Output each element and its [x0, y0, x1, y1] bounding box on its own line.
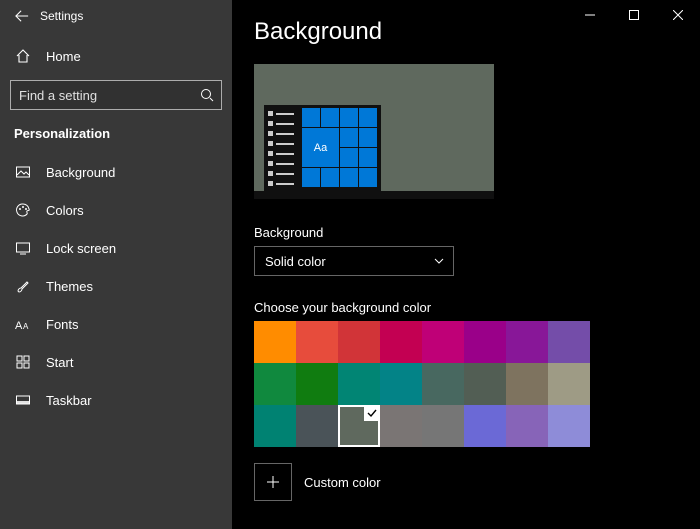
settings-sidebar: Settings Home Personalization Background…: [0, 0, 232, 529]
svg-text:A: A: [23, 322, 29, 331]
maximize-button[interactable]: [612, 0, 656, 30]
color-swatch[interactable]: [506, 321, 548, 363]
section-header: Personalization: [0, 120, 232, 153]
color-swatch[interactable]: [422, 321, 464, 363]
color-swatch[interactable]: [380, 405, 422, 447]
nav-label: Fonts: [46, 317, 79, 332]
start-grid-icon: [14, 354, 32, 370]
nav-item-themes[interactable]: Themes: [0, 267, 232, 305]
palette-icon: [14, 202, 32, 218]
chevron-down-icon: [433, 255, 445, 267]
home-icon: [14, 48, 32, 64]
color-swatch[interactable]: [296, 405, 338, 447]
content-pane: Background Aa: [232, 0, 700, 529]
color-swatch[interactable]: [296, 321, 338, 363]
color-swatch-grid: [254, 321, 590, 447]
window-controls: [568, 0, 700, 30]
swatch-label: Choose your background color: [254, 300, 678, 315]
color-swatch[interactable]: [548, 363, 590, 405]
nav-label: Background: [46, 165, 115, 180]
minimize-button[interactable]: [568, 0, 612, 30]
nav-list: Background Colors Lock screen Themes AA …: [0, 153, 232, 419]
window-title: Settings: [40, 9, 83, 23]
dropdown-label: Background: [254, 225, 678, 240]
nav-item-fonts[interactable]: AA Fonts: [0, 305, 232, 343]
minimize-icon: [585, 10, 595, 20]
nav-label: Themes: [46, 279, 93, 294]
color-swatch[interactable]: [548, 405, 590, 447]
color-swatch[interactable]: [338, 321, 380, 363]
color-swatch[interactable]: [464, 405, 506, 447]
background-type-select[interactable]: Solid color: [254, 246, 454, 276]
color-swatch[interactable]: [464, 321, 506, 363]
nav-item-start[interactable]: Start: [0, 343, 232, 381]
maximize-icon: [629, 10, 639, 20]
preview-start-menu: Aa: [264, 105, 381, 191]
home-label: Home: [46, 49, 81, 64]
select-value: Solid color: [265, 254, 326, 269]
brush-icon: [14, 278, 32, 294]
color-swatch[interactable]: [254, 405, 296, 447]
nav-label: Lock screen: [46, 241, 116, 256]
search-input[interactable]: [19, 88, 191, 103]
taskbar-icon: [14, 392, 32, 408]
nav-item-background[interactable]: Background: [0, 153, 232, 191]
color-swatch[interactable]: [254, 363, 296, 405]
check-icon: [364, 405, 380, 421]
custom-color-label: Custom color: [304, 475, 381, 490]
color-swatch[interactable]: [296, 363, 338, 405]
picture-icon: [14, 164, 32, 180]
search-box[interactable]: [10, 80, 222, 110]
color-swatch[interactable]: [338, 405, 380, 447]
color-swatch[interactable]: [506, 405, 548, 447]
nav-label: Taskbar: [46, 393, 92, 408]
titlebar: Settings: [0, 0, 232, 32]
color-swatch[interactable]: [464, 363, 506, 405]
plus-icon: [254, 463, 292, 501]
nav-item-colors[interactable]: Colors: [0, 191, 232, 229]
close-button[interactable]: [656, 0, 700, 30]
arrow-left-icon: [15, 9, 29, 23]
monitor-icon: [14, 240, 32, 256]
color-swatch[interactable]: [548, 321, 590, 363]
home-nav[interactable]: Home: [0, 38, 232, 74]
color-swatch[interactable]: [506, 363, 548, 405]
color-swatch[interactable]: [422, 363, 464, 405]
color-swatch[interactable]: [422, 405, 464, 447]
nav-item-lock-screen[interactable]: Lock screen: [0, 229, 232, 267]
color-swatch[interactable]: [380, 321, 422, 363]
nav-label: Colors: [46, 203, 84, 218]
svg-text:A: A: [15, 320, 23, 331]
nav-item-taskbar[interactable]: Taskbar: [0, 381, 232, 419]
color-swatch[interactable]: [380, 363, 422, 405]
search-icon: [199, 87, 215, 103]
color-swatch[interactable]: [338, 363, 380, 405]
custom-color-row[interactable]: Custom color: [254, 463, 678, 501]
nav-label: Start: [46, 355, 73, 370]
font-icon: AA: [14, 317, 32, 331]
preview-sample-text: Aa: [302, 128, 339, 167]
color-swatch[interactable]: [254, 321, 296, 363]
close-icon: [673, 10, 683, 20]
desktop-preview: Aa: [254, 64, 494, 199]
back-button[interactable]: [6, 0, 38, 32]
